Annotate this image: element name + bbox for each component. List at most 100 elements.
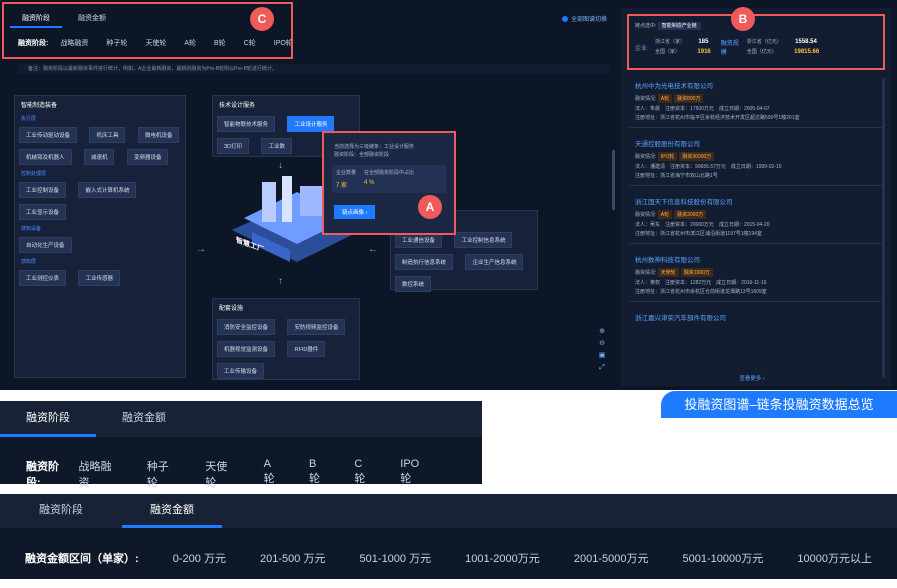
stage-option[interactable]: 种子轮 xyxy=(147,458,176,490)
amount-option[interactable]: 1001-2000万元 xyxy=(465,550,540,566)
chain-node[interactable]: 机床工具 xyxy=(89,127,126,143)
company-card[interactable]: 杭州数神科技有限公司 融资情况: 天使轮 融资1000万 法人：黄权 注册资本：1… xyxy=(629,250,883,302)
stats-summary-box: 链点选中: 智能制造产业链 企业 浙江省（家） 185 全国（家） 1916 融… xyxy=(627,14,885,70)
zoom-in-icon[interactable]: ⊕ xyxy=(597,326,607,338)
popup-col1-value: 7 家 xyxy=(336,183,348,189)
founded-date: 成立日期：2005-04-07 xyxy=(718,106,770,112)
capital: 注册资本：1282万元 xyxy=(665,280,712,286)
chain-node[interactable]: 工业控制信息系统 xyxy=(454,232,513,248)
zoom-crop-amount-tabs: 融资阶段 融资金额 融资金额区间（单家）: 0-200 万元 201-500 万… xyxy=(0,494,897,579)
stage-filter-label: 融资阶段: xyxy=(26,461,59,489)
fullscreen-icon[interactable]: ⤢ xyxy=(597,362,607,374)
chain-node[interactable]: 工业数 xyxy=(261,138,292,154)
chain-node[interactable]: 机器视觉监测设备 xyxy=(217,341,276,357)
zoom-controls: ⊕ ⊖ ▣ ⤢ xyxy=(597,326,607,374)
stat-label: 浙江省（家） xyxy=(655,39,686,45)
chain-node[interactable]: 工业控制设备 xyxy=(19,182,67,198)
chain-node[interactable]: 工业传感器 xyxy=(78,270,120,286)
scrollbar[interactable] xyxy=(612,150,615,210)
company-name: 天通控股股份有限公司 xyxy=(635,141,700,148)
chain-node[interactable]: 工业传输设备 xyxy=(217,363,265,379)
chain-node[interactable]: 微电机设备 xyxy=(137,127,180,143)
chain-node[interactable]: 3D打印 xyxy=(217,138,250,154)
chain-node[interactable]: 智能物联技术服务 xyxy=(217,116,276,132)
chain-node-selected[interactable]: 工业设计服务 xyxy=(287,116,335,132)
selected-value: 智能制造产业链 xyxy=(657,22,701,30)
panel-title: 技术设计服务 xyxy=(219,103,256,109)
company-name: 杭州中为光电技术有限公司 xyxy=(635,83,713,90)
chain-node[interactable]: 工业传动驱动设备 xyxy=(19,127,78,143)
tab-funding-amount[interactable]: 融资金额 xyxy=(96,401,192,437)
chain-node[interactable]: 变频器设备 xyxy=(126,149,169,165)
chain-node[interactable]: 消防安全监控设备 xyxy=(217,319,276,335)
finance-title: 融资规模 xyxy=(720,41,739,56)
address: 注册地址：浙江省杭州市余杭区仓前街道龙潭路13号1609室 xyxy=(635,289,767,295)
amount-option[interactable]: 0-200 万元 xyxy=(173,550,226,566)
switch-icon xyxy=(562,15,568,22)
arrow-right-icon: → xyxy=(196,244,206,255)
capital: 注册资本：99656.57万元 xyxy=(670,164,726,170)
zoom-out-icon[interactable]: ⊖ xyxy=(597,338,607,350)
stage-option[interactable]: IPO轮 xyxy=(400,458,427,490)
chain-node[interactable]: 工业测控仪表 xyxy=(19,270,67,286)
stage-option[interactable]: C轮 xyxy=(354,458,371,490)
stat-value: 19815.66 xyxy=(794,49,820,55)
reset-icon[interactable]: ▣ xyxy=(597,350,607,362)
amount-tag: 融资2000万 xyxy=(674,210,707,219)
chain-node[interactable]: 企业生产信息系统 xyxy=(465,254,524,270)
stage-option[interactable]: 天使轮 xyxy=(205,458,234,490)
amount-option[interactable]: 501-1000 万元 xyxy=(360,550,432,566)
stage-option[interactable]: A轮 xyxy=(264,458,280,490)
company-card[interactable]: 杭州中为光电技术有限公司 融资情况: A轮 融资800万 法人：朱晨 注册资本：1… xyxy=(629,76,883,128)
chain-node[interactable]: 数控系统 xyxy=(395,276,432,292)
crop2-amount-row: 融资金额区间（单家）: 0-200 万元 201-500 万元 501-1000… xyxy=(0,528,897,588)
callout-box-c xyxy=(2,2,293,59)
node-portrait-button[interactable]: 链点画像 › xyxy=(334,205,376,219)
founded-date: 成立日期：1999-02-10 xyxy=(730,164,782,170)
callout-badge-a: A xyxy=(418,195,442,219)
amount-option[interactable]: 201-500 万元 xyxy=(260,550,325,566)
chain-node[interactable]: 工业显示设备 xyxy=(19,204,67,220)
popup-col2-value: 4 % xyxy=(364,180,375,186)
tab-funding-stage[interactable]: 融资阶段 xyxy=(0,494,122,528)
panel-smart-equipment: 智能制造装备 执行层 工业传动驱动设备 机床工具 微电机设备 机械臂及机器人 减… xyxy=(14,95,186,378)
chain-node[interactable]: 减速机 xyxy=(83,149,115,165)
arrow-up-icon: ↑ xyxy=(278,276,283,287)
chain-node[interactable]: 安防视频监控设备 xyxy=(287,319,346,335)
chain-node[interactable]: 自动化生产设备 xyxy=(19,237,72,253)
amount-option[interactable]: 5001-10000万元 xyxy=(683,550,764,566)
switch-graph-link[interactable]: 全部图谱切换 xyxy=(562,14,607,23)
company-card[interactable]: 天通控股股份有限公司 融资情况: IPO轮 融资36000万 法人：潘建清 注册资… xyxy=(629,134,883,186)
chain-node[interactable]: 机械臂及机器人 xyxy=(19,149,72,165)
stat-label: 全国（亿元） xyxy=(746,49,777,55)
group-title: 控制处理层 xyxy=(21,171,47,177)
company-card[interactable]: 浙江国天下信息科技股份有限公司 融资情况: A轮 融资2000万 法人：吴东 注册… xyxy=(629,192,883,244)
screenshot-main: 融资阶段 融资金额 融资阶段: 战略融资 种子轮 天使轮 A轮 B轮 C轮 IP… xyxy=(0,0,897,390)
stage-tag: IPO轮 xyxy=(657,152,678,161)
callout-badge-c: C xyxy=(250,7,274,31)
tab-funding-amount[interactable]: 融资金额 xyxy=(122,494,222,528)
chain-node[interactable]: RFID器件 xyxy=(287,341,326,357)
amount-option[interactable]: 10000万元以上 xyxy=(797,550,872,566)
popup-stats: 企业数量 7 家 在全部融资阶段中占比 4 % xyxy=(332,165,446,193)
company-card[interactable]: 浙江嘉兴津荣汽车部件有限公司 xyxy=(629,308,883,330)
view-more-link[interactable]: 查看更多 › xyxy=(621,374,883,382)
group-title: 感知设备 xyxy=(21,226,42,232)
address: 注册地址：浙江省海宁市双山北路1号 xyxy=(635,173,718,179)
stat-value: 1916 xyxy=(697,49,711,55)
caption-banner: 投融资图谱–链条投融资数据总览 xyxy=(661,391,897,418)
selected-label: 链点选中: xyxy=(635,23,657,29)
popup-line1: 当前选择为三级链条：工业设计服务 xyxy=(334,144,415,150)
amount-option[interactable]: 2001-5000万元 xyxy=(574,550,649,566)
chain-node[interactable]: 制造执行信息系统 xyxy=(395,254,454,270)
zoom-crop-stage-tabs: 融资阶段 融资金额 融资阶段: 战略融资 种子轮 天使轮 A轮 B轮 C轮 IP… xyxy=(0,401,482,489)
stage-option[interactable]: 战略融资 xyxy=(79,458,118,490)
stage-tag: 天使轮 xyxy=(657,268,679,277)
list-scrollbar[interactable] xyxy=(882,78,885,378)
stat-label: 浙江省（亿元） xyxy=(746,39,782,45)
stage-option[interactable]: B轮 xyxy=(309,458,325,490)
chain-node[interactable]: 嵌入式计算机系统 xyxy=(78,182,137,198)
amount-tag: 融资800万 xyxy=(674,94,704,103)
stage-tag: A轮 xyxy=(657,210,673,219)
tab-funding-stage[interactable]: 融资阶段 xyxy=(0,401,96,437)
